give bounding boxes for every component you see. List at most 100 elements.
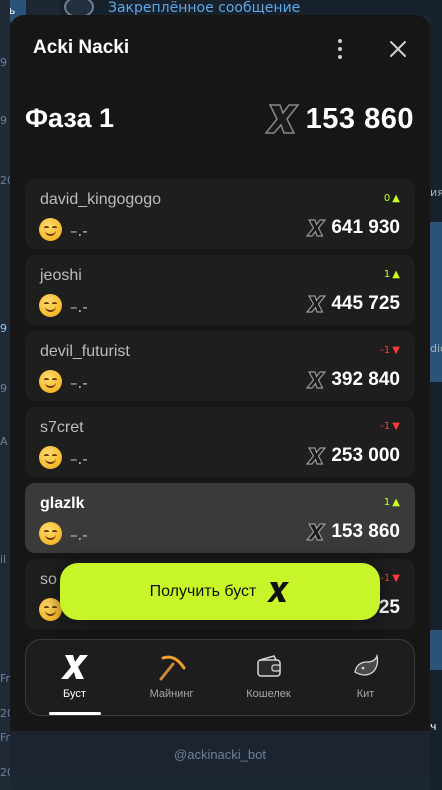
tab-wallet[interactable]: Кошелек [220,640,317,715]
bot-handle[interactable]: @ackinacki_bot [174,747,266,762]
arrow-down-icon: ▼ [392,421,400,432]
x-logo-icon [306,447,327,465]
background-fragment: il [0,553,7,566]
x-logo-icon [306,219,327,237]
phase-total: 153 860 [264,101,414,137]
tab-label: Майнинг [149,688,194,700]
rank-change: -1 ▼ [380,345,400,356]
get-boost-button[interactable]: Получить буст [60,563,380,620]
phase-header: Фаза 1 153 860 [10,95,430,145]
score: 641 930 [306,217,400,239]
rank-change: -1 ▼ [380,573,400,584]
smile-emoji-icon [39,294,62,317]
rank-change: 1 ▲ [384,497,400,508]
background-fragment: dic [430,222,442,382]
username: devil_futurist [40,343,130,360]
background-fragment: Fr [0,672,11,685]
score: 445 725 [306,293,400,315]
window-header: Acki Nacki [10,15,430,81]
background-chat-panel: ия dic ч [430,0,442,790]
rank-change-value: 1 [383,269,391,280]
x-logo-icon [264,104,300,134]
status-value: –.- [70,222,88,240]
tab-boost[interactable]: Буст [26,640,123,715]
score-value: 25 [378,597,400,618]
pinned-message-bar[interactable]: Закреплённое сообщение [60,0,442,18]
background-fragment: 9 [0,382,7,395]
smile-emoji-icon [39,218,62,241]
leaderboard-row[interactable]: david_kingogogo –.- 0 ▲ 641 930 [25,179,415,249]
rank-change-value: -1 [380,421,391,432]
status-value: –.- [70,450,88,468]
bot-footer: @ackinacki_bot [10,731,430,777]
wallet-icon [256,655,281,677]
arrow-down-icon: ▼ [392,573,400,584]
background-fragment: 9 [0,56,7,69]
arrow-up-icon: ▲ [392,269,400,280]
username: so [40,571,57,588]
x-logo-icon [267,581,290,602]
kebab-menu-icon[interactable] [330,37,350,61]
status-value: –.- [70,526,88,544]
background-fragment: 9 [0,322,7,335]
leaderboard-row[interactable]: jeoshi –.- 1 ▲ 445 725 [25,255,415,325]
smile-emoji-icon [39,598,62,621]
x-logo-icon [306,295,327,313]
pinned-message-label: Закреплённое сообщение [108,0,301,16]
phase-title: Фаза 1 [25,103,114,133]
close-icon[interactable] [386,37,410,61]
status-value: –.- [70,374,88,392]
rank-change: -1 ▼ [380,421,400,432]
window-title: Acki Nacki [33,37,130,58]
rank-change-value: -1 [380,573,391,584]
score-value: 392 840 [331,369,400,390]
score-value: 153 860 [331,521,400,542]
active-tab-indicator [48,712,101,715]
bottom-tab-bar: Буст Майнинг Кошелек Кит [25,639,415,716]
score: 392 840 [306,369,400,391]
score-value: 253 000 [331,445,400,466]
background-fragment: ч [430,720,442,742]
leaderboard-row[interactable]: s7cret –.- -1 ▼ 253 000 [25,407,415,477]
smile-emoji-icon [39,370,62,393]
status-value: –.- [70,298,88,316]
rank-change: 1 ▲ [384,269,400,280]
background-fragment: A [0,435,8,448]
leaderboard-row[interactable]: glazlk –.- 1 ▲ 153 860 [25,483,415,553]
pickaxe-icon [159,655,185,681]
score-value: 445 725 [331,293,400,314]
whale-icon [353,653,378,676]
background-fragment: ия [430,186,442,210]
arrow-down-icon: ▼ [392,345,400,356]
username: jeoshi [40,267,82,284]
background-message-block [430,630,442,670]
tab-label: Буст [63,688,86,700]
leaderboard-row[interactable]: devil_futurist –.- -1 ▼ 392 840 [25,331,415,401]
tab-mining[interactable]: Майнинг [123,640,220,715]
smile-emoji-icon [39,522,62,545]
background-fragment: 9 [0,114,7,127]
arrow-up-icon: ▲ [392,497,400,508]
arrow-up-icon: ▲ [392,193,400,204]
score: 253 000 [306,445,400,467]
get-boost-label: Получить буст [149,582,257,600]
background-chat-list: 9 9 20 9 9 A il Fr 20 Fr 20 [0,0,14,790]
phase-total-value: 153 860 [305,102,414,135]
x-logo-icon [306,371,327,389]
score: 153 860 [306,521,400,543]
tab-label: Кит [356,688,375,700]
username: s7cret [40,419,84,436]
rank-change-value: -1 [380,345,391,356]
x-logo-icon [60,655,88,679]
username: glazlk [40,495,85,512]
tab-label: Кошелек [246,688,291,700]
background-fragment: Fr [0,731,11,744]
rank-change: 0 ▲ [384,193,400,204]
smile-emoji-icon [39,446,62,469]
tab-whale[interactable]: Кит [317,640,414,715]
x-logo-icon [306,523,327,541]
rank-change-value: 0 [383,193,391,204]
username: david_kingogogo [40,191,161,208]
score-value: 641 930 [331,217,400,238]
mini-app-window: Acki Nacki Фаза 1 153 860 david_kingogog… [10,15,430,731]
